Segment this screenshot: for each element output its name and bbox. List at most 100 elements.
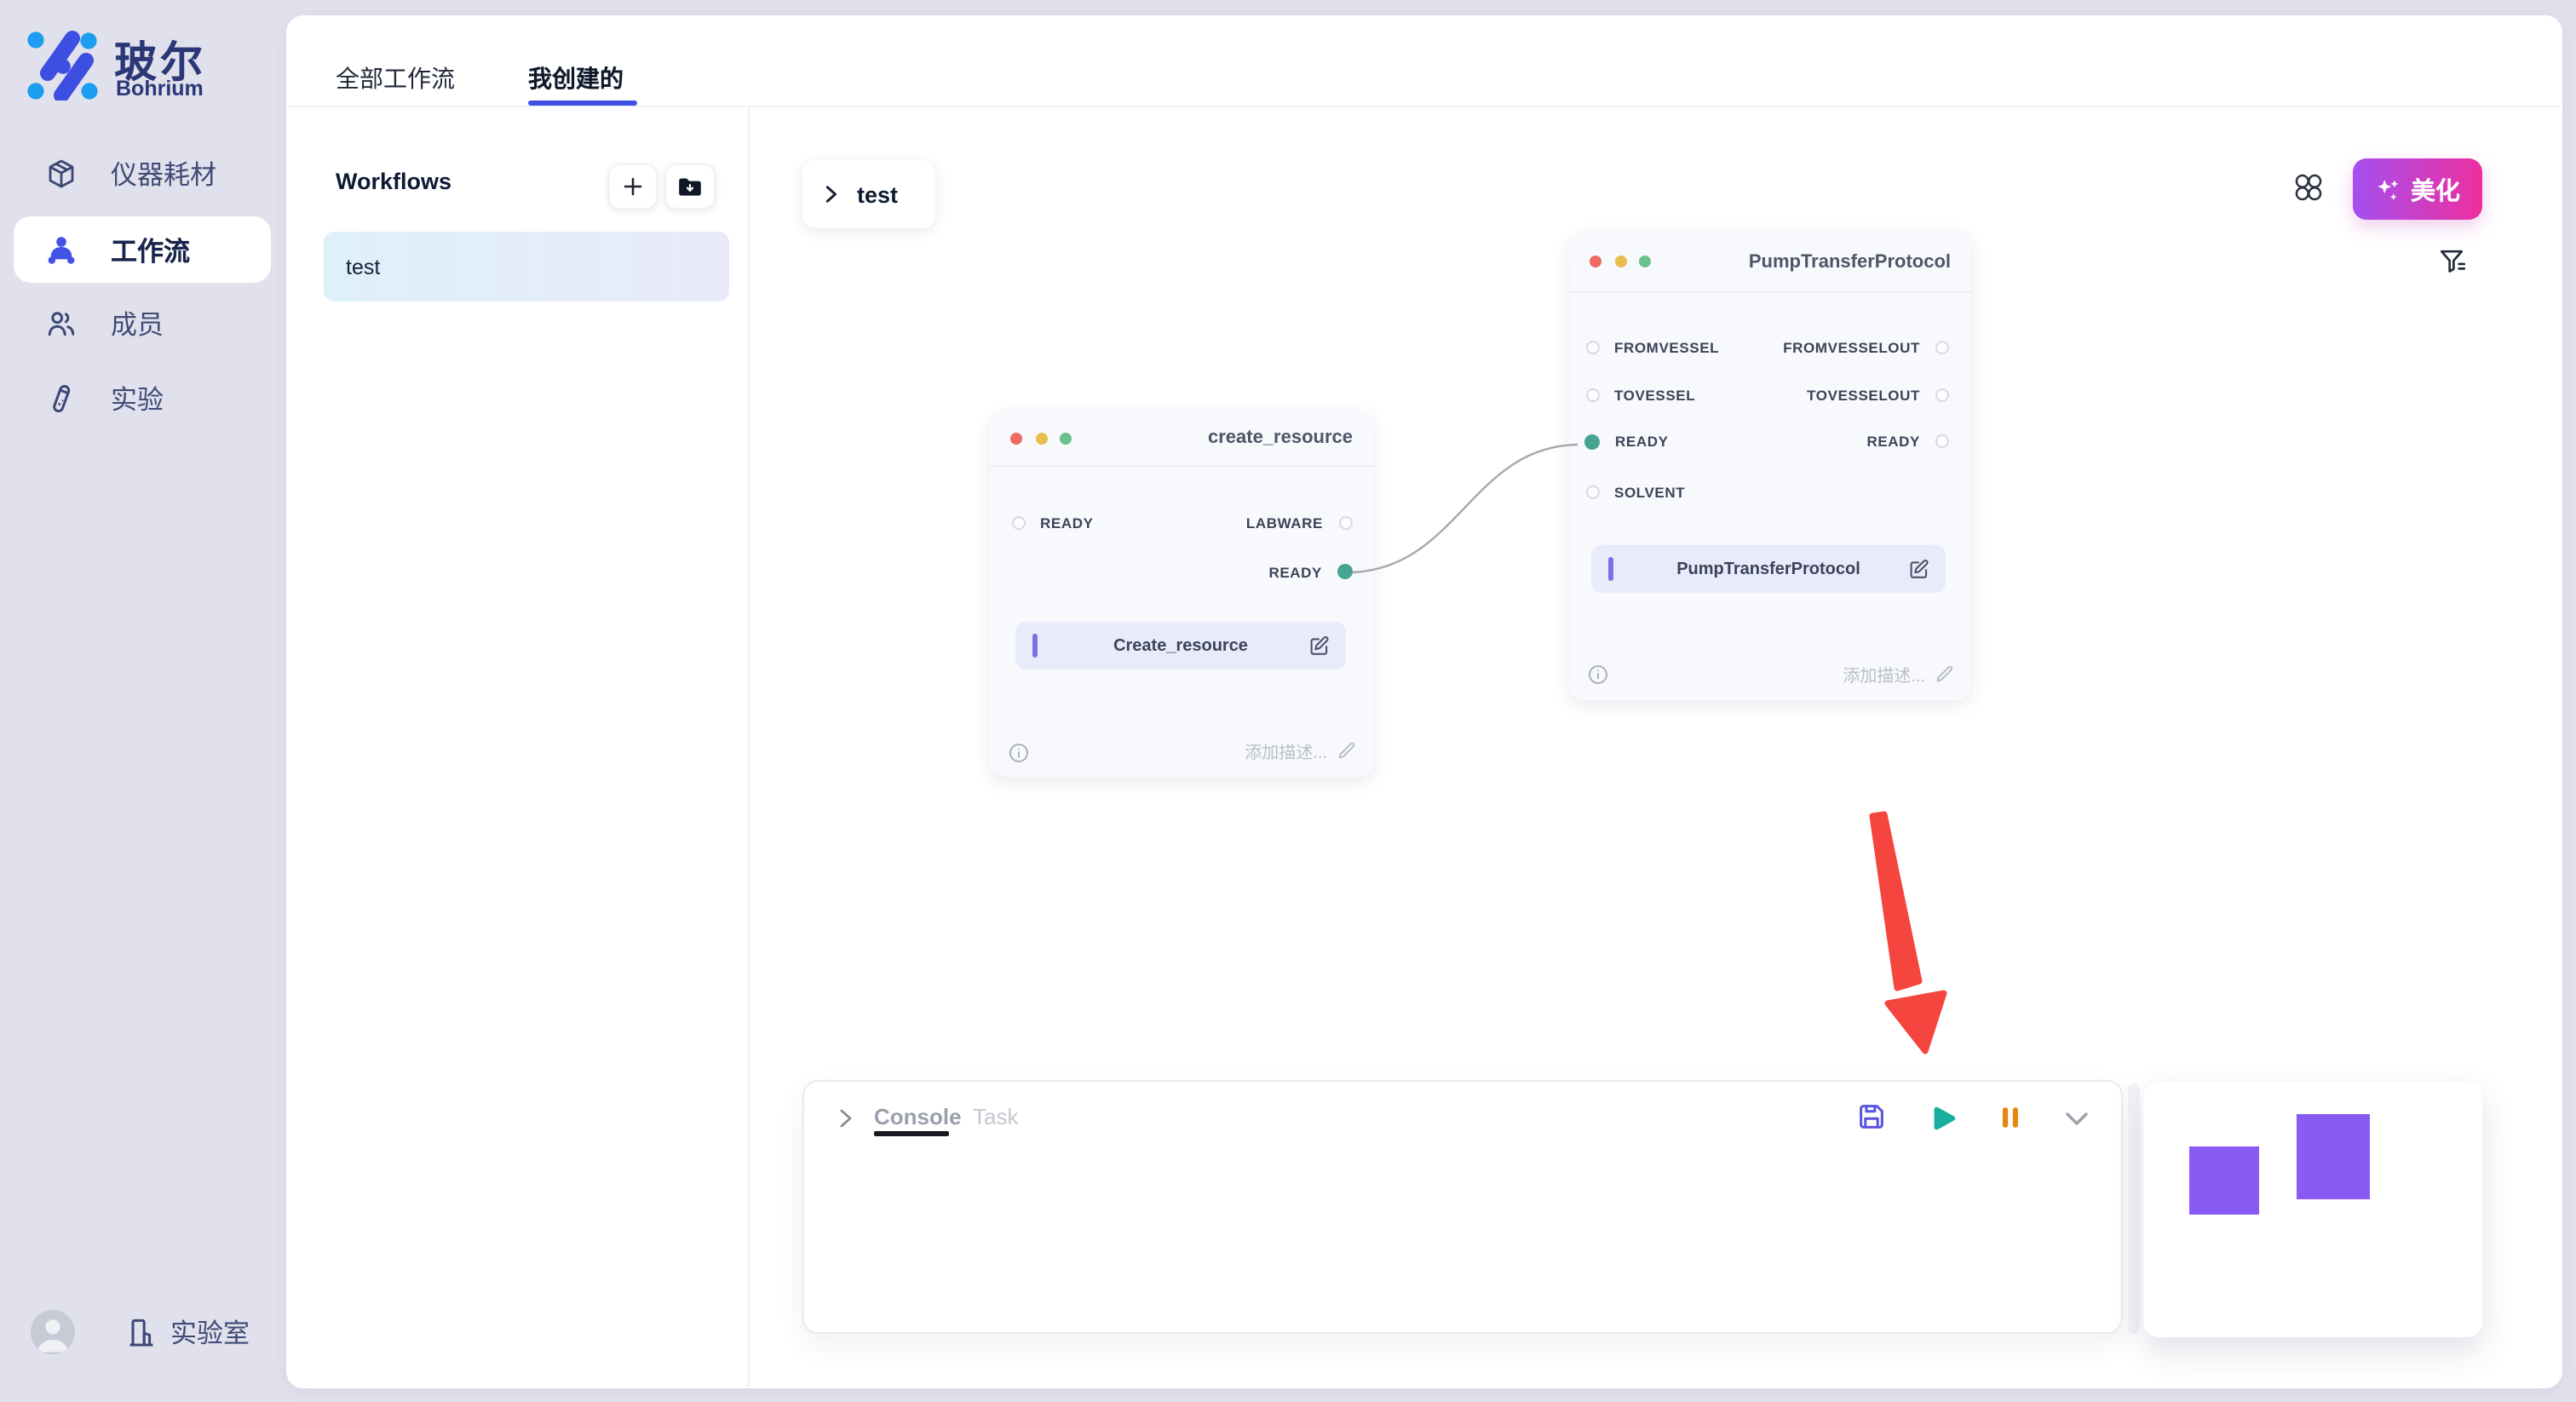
workflow-people-icon [44, 233, 78, 267]
pencil-icon [1934, 662, 1956, 684]
pause-icon[interactable] [1995, 1102, 2026, 1133]
breadcrumb-label: test [857, 181, 898, 207]
port-label: LABWARE [1246, 514, 1323, 531]
output-port-ready[interactable]: READY [1268, 561, 1353, 582]
node-create-resource[interactable]: create_resource READY LABWARE READY Crea… [990, 411, 1373, 777]
port-circle[interactable] [1935, 341, 1949, 354]
edit-action-button[interactable] [1906, 557, 1930, 581]
port-circle-connected[interactable] [1337, 564, 1353, 579]
tab-all-workflows[interactable]: 全部工作流 [336, 61, 455, 95]
workspace-switcher[interactable]: 实验室 [124, 1313, 250, 1351]
port-circle[interactable] [1011, 516, 1025, 530]
add-description[interactable]: 添加描述... [1843, 660, 1956, 686]
node-title: create_resource [1208, 428, 1353, 448]
breadcrumb[interactable]: test [802, 160, 935, 228]
collapse-chevron-icon[interactable] [835, 1107, 855, 1129]
sparkles-icon [2375, 176, 2401, 202]
green-dot-icon [1060, 432, 1072, 444]
tab-task[interactable]: Task [973, 1104, 1018, 1129]
port-label: FROMVESSEL [1614, 339, 1719, 356]
description-placeholder: 添加描述... [1843, 660, 1925, 686]
output-port-labware[interactable]: LABWARE [1246, 513, 1352, 533]
port-label: FROMVESSELOUT [1783, 339, 1920, 356]
input-port-solvent[interactable]: SOLVENT [1585, 482, 1685, 503]
building-icon [124, 1314, 158, 1350]
node-title: PumpTransferProtocol [1749, 251, 1951, 272]
members-icon [44, 307, 78, 341]
workflow-item-name: test [346, 255, 380, 279]
action-label: PumpTransferProtocol [1676, 560, 1860, 578]
info-icon[interactable] [1009, 742, 1029, 762]
chevron-down-icon[interactable] [2061, 1107, 2092, 1131]
port-circle[interactable] [1585, 341, 1599, 354]
sidebar-item-experiments[interactable]: 实验 [14, 365, 271, 433]
port-circle[interactable] [1338, 516, 1352, 530]
workflow-list-item[interactable]: test [324, 232, 729, 302]
beautify-button[interactable]: 美化 [2353, 158, 2482, 220]
workflows-panel-title: Workflows [336, 169, 451, 194]
active-tab-underline [528, 100, 637, 105]
user-avatar[interactable] [31, 1310, 75, 1354]
bohrium-logo-icon [26, 27, 99, 101]
port-label: READY [1866, 433, 1920, 450]
input-port-ready[interactable]: READY [1584, 431, 1669, 451]
beautify-label: 美化 [2411, 171, 2460, 207]
output-port-fromvesselout[interactable]: FROMVESSELOUT [1783, 337, 1949, 358]
port-circle[interactable] [1585, 486, 1599, 499]
port-label: TOVESSEL [1614, 387, 1695, 404]
node-pump-transfer-protocol[interactable]: PumpTransferProtocol FROMVESSEL FROMVESS… [1569, 232, 1971, 700]
sidebar-item-label: 仪器耗材 [111, 155, 216, 192]
filter-icon[interactable] [2436, 245, 2467, 276]
canvas-scrollbar[interactable] [2128, 1083, 2140, 1334]
console-panel: Console Task [802, 1080, 2123, 1334]
port-label: READY [1268, 563, 1322, 580]
port-label: SOLVENT [1614, 484, 1685, 501]
tab-console[interactable]: Console [874, 1104, 962, 1129]
sidebar: 玻尔 Bohrium 仪器耗材 工作流 [0, 0, 286, 1402]
plus-icon [620, 174, 646, 199]
description-placeholder: 添加描述... [1245, 738, 1327, 763]
pencil-icon [1336, 739, 1358, 761]
input-port-fromvessel[interactable]: FROMVESSEL [1585, 337, 1719, 358]
sidebar-item-consumables[interactable]: 仪器耗材 [14, 140, 271, 208]
traffic-dots [1010, 432, 1072, 444]
sidebar-item-workflow[interactable]: 工作流 [14, 216, 271, 283]
port-circle-connected[interactable] [1584, 434, 1600, 449]
edit-square-icon [1307, 634, 1331, 658]
output-port-ready[interactable]: READY [1866, 431, 1949, 451]
import-folder-button[interactable] [664, 164, 715, 210]
minimap-node-create-resource [2189, 1146, 2259, 1215]
sidebar-item-members[interactable]: 成员 [14, 290, 271, 358]
package-icon [44, 157, 78, 191]
layout-clover-icon[interactable] [2293, 172, 2324, 203]
add-workflow-button[interactable] [608, 164, 658, 210]
console-tab-underline [874, 1131, 949, 1135]
folder-download-icon [676, 173, 703, 200]
port-label: TOVESSELOUT [1807, 387, 1920, 404]
port-circle[interactable] [1935, 434, 1949, 448]
output-port-tovesselout[interactable]: TOVESSELOUT [1807, 385, 1949, 405]
save-icon[interactable] [1855, 1100, 1888, 1133]
node-action-item[interactable]: PumpTransferProtocol [1591, 545, 1946, 593]
sidebar-item-label: 工作流 [111, 231, 190, 268]
traffic-dots [1590, 256, 1651, 267]
port-label: READY [1040, 514, 1094, 531]
minimap[interactable] [2143, 1082, 2482, 1337]
node-header: PumpTransferProtocol [1569, 232, 1971, 293]
node-action-item[interactable]: Create_resource [1015, 622, 1346, 669]
action-accent-bar [1608, 557, 1613, 581]
run-icon[interactable] [1927, 1102, 1959, 1135]
tab-my-created[interactable]: 我创建的 [528, 61, 624, 95]
yellow-dot-icon [1614, 256, 1626, 267]
minimap-node-pump-transfer [2297, 1114, 2370, 1199]
port-circle[interactable] [1585, 388, 1599, 402]
action-accent-bar [1032, 634, 1037, 658]
add-description[interactable]: 添加描述... [1245, 738, 1358, 763]
port-circle[interactable] [1935, 388, 1949, 402]
edit-action-button[interactable] [1307, 634, 1331, 658]
green-dot-icon [1639, 256, 1651, 267]
info-icon[interactable] [1588, 664, 1608, 685]
red-dot-icon [1590, 256, 1601, 267]
input-port-tovessel[interactable]: TOVESSEL [1585, 385, 1695, 405]
input-port-ready[interactable]: READY [1011, 513, 1094, 533]
